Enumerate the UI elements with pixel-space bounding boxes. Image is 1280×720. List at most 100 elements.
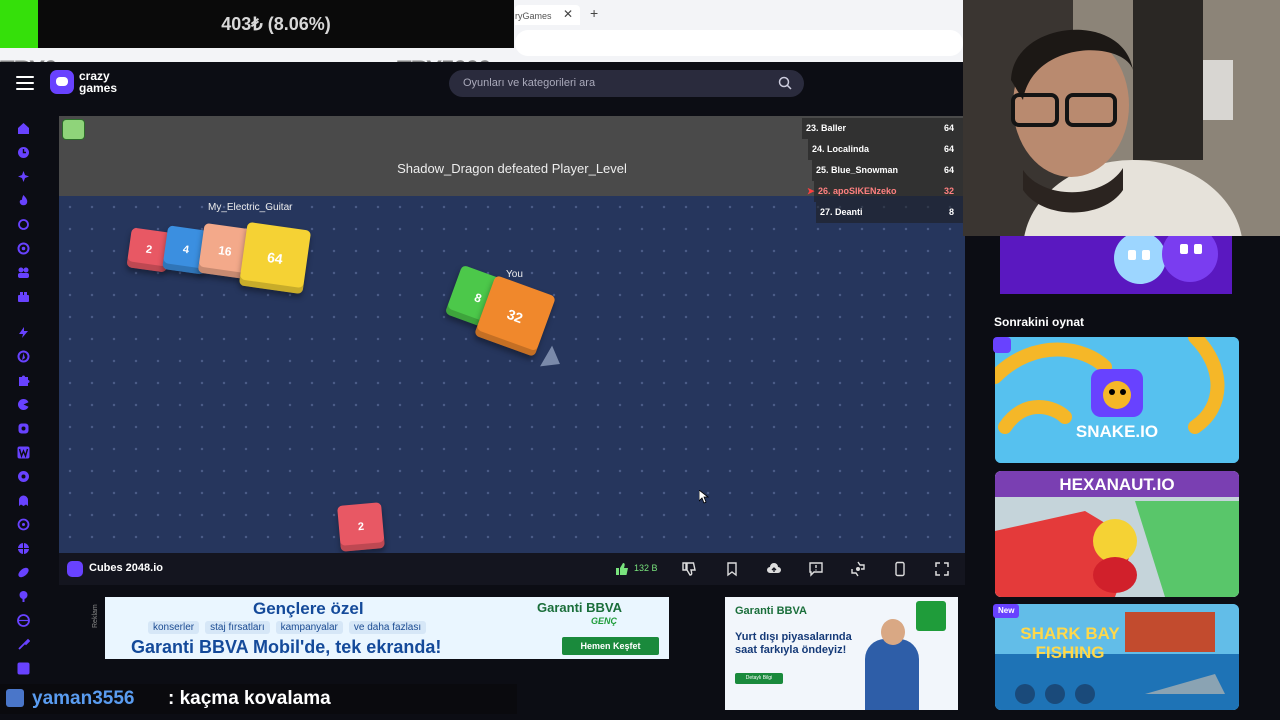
player-name-label: You [506,269,523,280]
new-games-icon[interactable] [17,170,30,183]
updated-icon[interactable] [17,218,30,231]
basketball-icon[interactable] [17,614,30,627]
webcam-feed [963,0,1280,236]
leaderboard-row: 23. Baller 64 [802,118,964,139]
game-canvas[interactable]: Shadow_Dragon defeated Player_Level 23. … [59,116,965,553]
feedback-icon[interactable] [808,561,824,577]
ad-cta-button[interactable]: Hemen Keşfet [562,637,659,655]
leaderboard-name: 26. apoSIKENzeko [818,186,897,196]
adventure-icon[interactable] [17,350,30,363]
chat-text: : kaçma kovalama [168,688,331,709]
search-placeholder: Oyunları ve kategorileri ara [463,77,596,89]
chart-icon [916,601,946,631]
leaderboard: 23. Baller 64 24. Localinda 64 25. Blue_… [802,118,964,223]
ad-side[interactable]: Garanti BBVA Yurt dışı piyasalarında saa… [725,597,958,710]
donation-goal-overlay: 403₺ (8.06%) [0,0,514,48]
leaderboard-row: 25. Blue_Snowman 64 [812,160,964,181]
category-sidebar [0,106,48,686]
trending-icon[interactable] [17,194,30,207]
cloud-upload-icon[interactable] [766,561,782,577]
sports-icon[interactable] [17,542,30,555]
ad-person-head [881,619,905,645]
enemy-cube: 64 [238,221,312,295]
driving-icon[interactable] [17,470,30,483]
ad-side-cta-button[interactable]: Detaylı Bilgi [735,673,783,684]
ad-tag: kampanyalar [275,621,343,634]
game-toolbar: Cubes 2048.io 132 B [59,553,965,585]
io-games-icon[interactable] [17,398,30,411]
horror-icon[interactable] [17,494,30,507]
donation-progress-fill [0,0,38,48]
new-tab-button[interactable]: + [590,5,598,21]
game-logo-icon [62,119,85,140]
word-games-icon[interactable] [17,446,30,459]
like-count: 132 B [634,563,658,573]
game-card-shark-bay-fishing[interactable]: SHARK BAY FISHING [995,604,1239,710]
ad-tag: konserler [148,621,200,634]
browser-tab[interactable]: ryGames ✕ [515,5,580,25]
ad-main-text: Garanti BBVA Mobil'de, tek ekranda! [131,637,442,657]
fullscreen-icon[interactable] [934,561,950,577]
leaderboard-name: 23. Baller [806,123,847,133]
webcam-overlay [963,0,1280,236]
search-input[interactable]: Oyunları ve kategorileri ara [449,70,804,97]
ad-tag: ve daha fazlası [348,621,427,634]
game-card-title: HEXANAUT.IO [1059,475,1175,494]
screen: ryGames ✕ + 403₺ (8.06%) TRY0 TRY5000 cr… [0,0,1280,720]
recent-icon[interactable] [17,146,30,159]
originals-icon[interactable] [17,242,30,255]
home-icon[interactable] [17,122,30,135]
leaderboard-score: 64 [943,144,954,154]
leaderboard-score: 64 [943,165,954,175]
two-player-icon[interactable] [17,290,30,303]
controls-icon[interactable] [850,561,866,577]
leaderboard-score: 32 [943,186,954,196]
ad-headline: Gençlere özel [253,599,364,618]
logo-line-2: games [79,81,118,95]
loose-cube: 2 [337,502,385,552]
leaderboard-name: 24. Localinda [812,144,870,154]
game-card-title: SNAKE.IO [1075,422,1159,441]
crazygames-badge-icon [993,337,1011,353]
beauty-icon[interactable] [17,590,30,603]
thumbs-down-icon[interactable] [681,561,697,577]
mouse-cursor-icon [699,490,709,504]
menu-icon[interactable] [16,76,34,90]
thumbs-up-icon [616,563,628,575]
ad-tag: staj fırsatları [205,621,270,634]
multiplayer-icon[interactable] [17,266,30,279]
clicker-icon[interactable] [17,422,30,435]
puzzle-icon[interactable] [17,374,30,387]
crazygames-logo-icon[interactable] [50,70,74,94]
address-bar[interactable] [515,30,963,56]
leaderboard-row-self: ➤ 26. apoSIKENzeko 32 [807,181,964,202]
bookmark-icon[interactable] [724,561,740,577]
promo-banner[interactable] [1000,236,1232,294]
ad-side-brand-logo: Garanti BBVA [735,605,807,617]
up-next-heading: Sonrakini oynat [994,315,1085,329]
ad-tag-list: konserler staj fırsatları kampanyalar ve… [148,621,427,634]
stream-chat-message: yaman3556 : kaçma kovalama [0,684,517,714]
tools-icon[interactable] [17,638,31,651]
leaderboard-name: 27. Deanti [820,207,863,217]
enemy-name-label: My_Electric_Guitar [208,202,293,213]
ad-banner[interactable]: Gençlere özel konserler staj fırsatları … [105,597,669,659]
crazygames-logo-text[interactable]: crazy games [79,70,117,94]
ad-person-illustration [865,639,919,710]
game-card-hexanaut-io[interactable]: HEXANAUT.IO [995,471,1239,597]
search-icon[interactable] [778,76,792,90]
ad-genc-logo: GENÇ [591,616,618,626]
ad-label: Reklam [92,604,99,628]
leaderboard-score: 64 [943,123,954,133]
action-icon[interactable] [17,326,30,339]
game-card-snake-io[interactable]: SNAKE.IO [995,337,1239,463]
snake-io-thumbnail [995,337,1239,463]
donation-amount: 403₺ (8.06%) [221,14,331,34]
theater-mode-icon[interactable] [892,561,908,577]
crazygames-small-icon [67,561,83,577]
shooting-icon[interactable] [17,518,30,531]
like-button[interactable]: 132 B [614,561,664,577]
football-icon[interactable] [17,566,30,579]
help-icon[interactable] [17,662,30,675]
close-tab-icon[interactable]: ✕ [563,7,573,21]
